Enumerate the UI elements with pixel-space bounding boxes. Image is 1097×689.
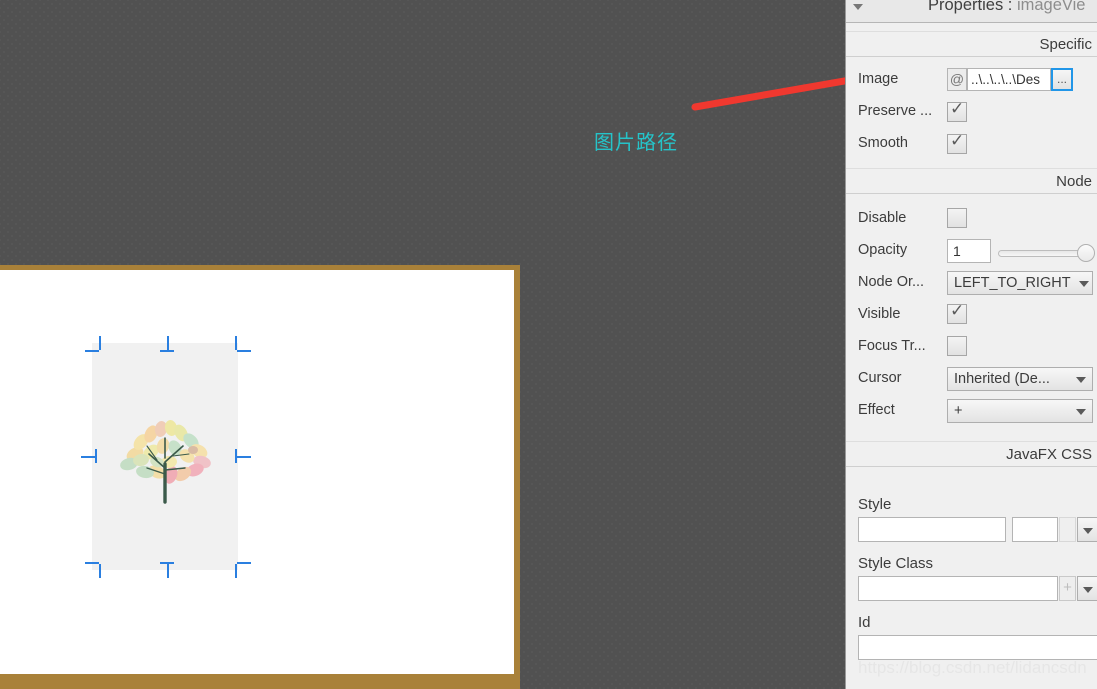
cursor-value: Inherited (De... <box>954 371 1050 387</box>
style-class-dropdown-button[interactable] <box>1077 576 1097 601</box>
row-label-effect: Effect <box>858 402 895 418</box>
row-label-cursor: Cursor <box>858 370 902 386</box>
smooth-checkbox[interactable] <box>947 131 967 154</box>
row-label-visible: Visible <box>858 306 901 322</box>
label-style-class: Style Class <box>858 555 934 572</box>
properties-panel[interactable]: Properties : imageVie Specific Image @..… <box>845 0 1097 689</box>
opacity-slider-thumb[interactable] <box>1077 244 1095 262</box>
label-style: Style <box>858 496 892 513</box>
row-label-opacity: Opacity <box>858 242 908 258</box>
image-path-input[interactable]: ..\..\..\..\Des <box>967 68 1051 91</box>
row-preserve-ratio: Preserve ... <box>846 97 1097 129</box>
image-path-control: @ ..\..\..\..\Des... <box>947 68 1073 91</box>
chevron-down-icon[interactable] <box>853 4 863 10</box>
row-opacity: Opacity 1 <box>846 236 1097 268</box>
cursor-select[interactable]: Inherited (De... <box>947 367 1093 391</box>
panel-title-target: imageVie <box>1016 0 1086 14</box>
style-spacer-button <box>1059 517 1076 542</box>
row-focus-traversable: Focus Tr... <box>846 332 1097 364</box>
row-node-orientation: Node Or... LEFT_TO_RIGHT <box>846 268 1097 300</box>
panel-titlebar[interactable]: Properties : imageVie <box>846 0 1097 23</box>
disable-control <box>947 208 967 228</box>
opacity-control: 1 <box>947 239 991 263</box>
id-input[interactable] <box>858 635 1097 660</box>
javafx-css-block: Style Style Class + Id <box>846 467 1097 660</box>
effect-value: + <box>954 403 963 419</box>
smooth-control <box>947 131 967 154</box>
app-screenshot: 图片路径 Properties : imageVie Specific Imag… <box>0 0 1097 689</box>
preserve-ratio-checkbox[interactable] <box>947 99 967 122</box>
row-label-focus-traversable: Focus Tr... <box>858 338 926 354</box>
visible-checkbox[interactable] <box>947 301 967 324</box>
row-label-image: Image <box>858 71 899 87</box>
opacity-slider[interactable] <box>998 244 1095 262</box>
visible-control <box>947 301 967 324</box>
browse-image-button[interactable]: ... <box>1051 68 1073 91</box>
node-rows: Disable Opacity 1 Node Or... LEFT_TO_RIG… <box>846 194 1097 428</box>
node-orientation-control: LEFT_TO_RIGHT <box>947 271 1093 295</box>
effect-control: + <box>947 399 1093 423</box>
row-visible: Visible <box>846 300 1097 332</box>
style-dropdown-button[interactable] <box>1077 517 1097 542</box>
row-smooth: Smooth <box>846 129 1097 161</box>
panel-title: Properties : imageVie <box>928 0 1085 15</box>
watermark-text: https://blog.csdn.net/lidancsdn <box>858 658 1087 677</box>
row-label-disable: Disable <box>858 210 907 226</box>
canvas-gold-frame <box>0 265 520 689</box>
node-orientation-value: LEFT_TO_RIGHT <box>954 275 1071 291</box>
row-label-preserve-ratio: Preserve ... <box>858 103 933 119</box>
focus-traversable-control <box>947 336 967 356</box>
at-symbol-icon: @ <box>947 68 967 91</box>
row-effect: Effect + <box>846 396 1097 428</box>
style-secondary-input[interactable] <box>1012 517 1058 542</box>
row-disable: Disable <box>846 204 1097 236</box>
imageview-node[interactable] <box>92 343 238 570</box>
style-class-add-button[interactable]: + <box>1059 576 1076 601</box>
specific-rows: Image @..\..\..\..\Des... Preserve ... S… <box>846 57 1097 161</box>
label-id: Id <box>858 614 871 631</box>
style-class-input[interactable] <box>858 576 1058 601</box>
section-header-node[interactable]: Node <box>846 168 1097 194</box>
node-orientation-select[interactable]: LEFT_TO_RIGHT <box>947 271 1093 295</box>
scene-builder-canvas-area[interactable]: 图片路径 <box>0 0 845 689</box>
panel-title-prefix: Properties : <box>928 0 1017 14</box>
row-image: Image @ ..\..\..\..\Des... <box>846 65 1097 97</box>
cursor-control: Inherited (De... <box>947 367 1093 391</box>
row-label-node-orientation: Node Or... <box>858 274 925 290</box>
chevron-down-icon[interactable] <box>1082 528 1093 534</box>
preserve-ratio-control <box>947 99 967 122</box>
chevron-down-icon[interactable] <box>1076 409 1086 415</box>
opacity-input[interactable]: 1 <box>947 239 991 263</box>
style-input[interactable] <box>858 517 1006 542</box>
annotation-label: 图片路径 <box>594 130 678 154</box>
section-header-specific[interactable]: Specific <box>846 31 1097 57</box>
row-cursor: Cursor Inherited (De... <box>846 364 1097 396</box>
chevron-down-icon[interactable] <box>1076 377 1086 383</box>
canvas-white-surface[interactable] <box>0 270 514 674</box>
row-label-smooth: Smooth <box>858 135 908 151</box>
chevron-down-icon[interactable] <box>1079 281 1089 287</box>
focus-traversable-checkbox[interactable] <box>947 336 967 356</box>
section-header-javafx-css[interactable]: JavaFX CSS <box>846 441 1097 467</box>
disable-checkbox[interactable] <box>947 208 967 228</box>
tree-illustration <box>120 419 211 504</box>
chevron-down-icon[interactable] <box>1082 587 1093 593</box>
effect-select[interactable]: + <box>947 399 1093 423</box>
